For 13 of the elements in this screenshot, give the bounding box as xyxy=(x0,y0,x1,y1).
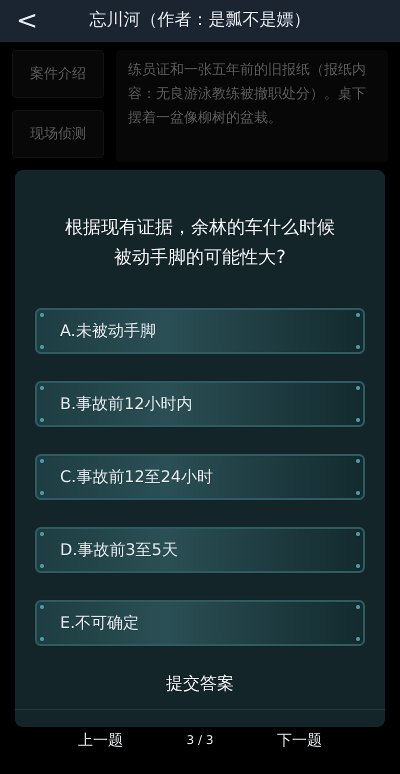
back-button[interactable]: < xyxy=(12,8,42,34)
previous-button[interactable]: 上一题 xyxy=(78,729,123,752)
answer-option[interactable]: D.事故前3至5天 xyxy=(35,527,365,573)
submit-button[interactable]: 提交答案 xyxy=(158,672,242,697)
answer-option[interactable]: C.事故前12至24小时 xyxy=(35,454,365,500)
answer-option[interactable]: B.事故前12小时内 xyxy=(35,381,365,427)
page-counter: 3 / 3 xyxy=(186,732,214,750)
next-button[interactable]: 下一题 xyxy=(276,729,322,752)
clue-text: 练员证和一张五年前的旧报纸（报纸内容：无良游泳教练被撤职处分）。桌下摆着一盆像柳树的盆栽。 xyxy=(128,61,367,128)
question-text: 根据现有证据，余林的车什么时候被动手脚的可能性大? xyxy=(64,216,336,270)
page-title: 忘川河（作者：是瓢不是嫖） xyxy=(88,9,312,32)
answer-option[interactable]: A.未被动手脚 xyxy=(35,308,365,354)
answer-option[interactable]: E.不可确定 xyxy=(35,600,365,646)
